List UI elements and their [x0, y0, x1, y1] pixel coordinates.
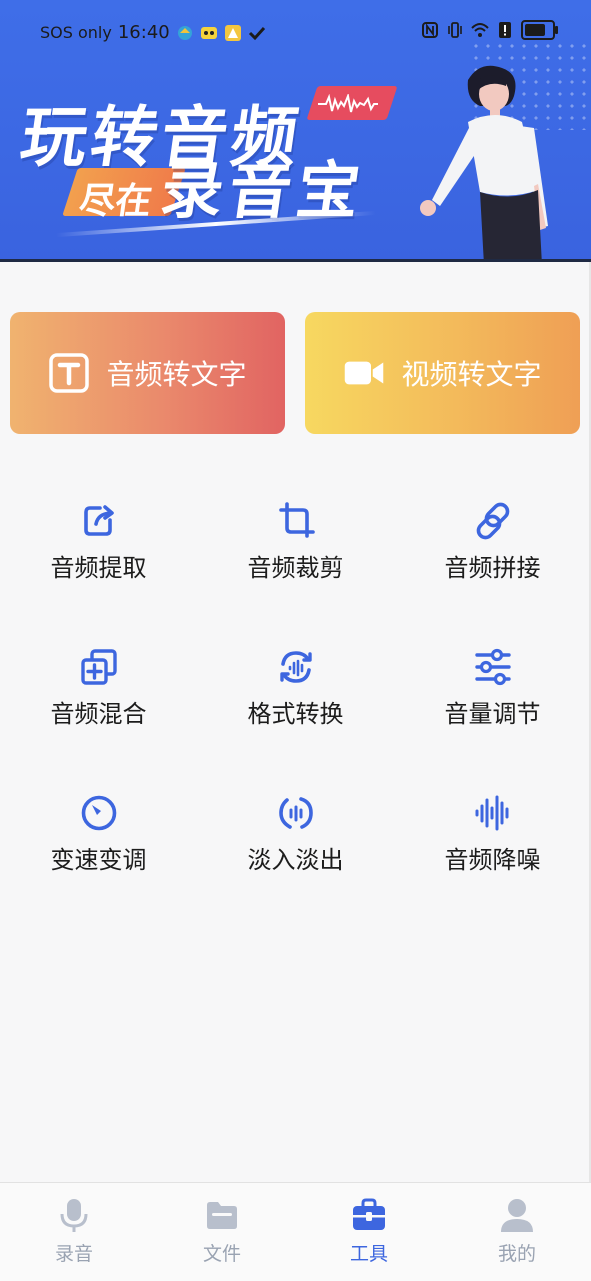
banner-subheadline-prefix: 尽在	[76, 181, 155, 222]
tab-files[interactable]: 文件	[148, 1183, 296, 1281]
video-to-text-card[interactable]: 视频转文字	[305, 312, 580, 434]
audio-to-text-card[interactable]: 音频转文字	[10, 312, 285, 434]
tool-label: 音频拼接	[444, 554, 541, 582]
warning-app-icon	[224, 24, 241, 41]
tool-fade-in-out[interactable]: 淡入淡出	[197, 794, 394, 914]
folder-icon	[207, 1202, 237, 1229]
tool-volume-adjust[interactable]: 音量调节	[394, 648, 591, 768]
extract-icon	[84, 505, 114, 536]
status-bar: SOS only 16:40	[0, 0, 591, 64]
tab-tools[interactable]: 工具	[295, 1183, 443, 1281]
clock: 16:40	[117, 22, 170, 43]
nfc-icon	[422, 22, 438, 38]
video-camera-icon	[343, 352, 385, 394]
battery-icon	[521, 20, 558, 40]
banner-divider	[0, 259, 591, 262]
tool-noise-reduction[interactable]: 音频降噪	[394, 794, 591, 914]
alert-icon	[499, 22, 511, 38]
tab-record[interactable]: 录音	[0, 1183, 148, 1281]
audio-to-text-label: 音频转文字	[106, 358, 247, 391]
carrier-text: SOS only	[40, 23, 112, 42]
speed-dial-icon	[81, 795, 117, 831]
tool-format-convert[interactable]: 格式转换	[197, 648, 394, 768]
toolbox-icon	[353, 1198, 385, 1230]
wifi-icon	[471, 23, 489, 37]
check-app-icon	[248, 26, 265, 40]
tool-speed-pitch[interactable]: 变速变调	[0, 794, 197, 914]
fade-icon	[279, 797, 313, 829]
link-icon	[476, 502, 510, 540]
tab-label: 录音	[54, 1243, 93, 1265]
tool-label: 变速变调	[50, 846, 147, 874]
tool-label: 音频裁剪	[247, 554, 344, 582]
tool-label: 格式转换	[247, 700, 344, 728]
crop-icon	[279, 502, 315, 538]
convert-icon	[280, 651, 312, 683]
tab-label: 工具	[349, 1243, 388, 1265]
tool-label: 音频混合	[50, 700, 147, 728]
tab-me[interactable]: 我的	[443, 1183, 591, 1281]
tab-label: 文件	[202, 1243, 241, 1265]
tab-label: 我的	[497, 1243, 536, 1265]
vibrate-icon	[448, 22, 462, 38]
tool-audio-crop[interactable]: 音频裁剪	[197, 502, 394, 622]
text-t-icon	[48, 352, 90, 394]
tool-audio-join[interactable]: 音频拼接	[394, 502, 591, 622]
app-notification-icon	[177, 25, 192, 40]
tool-audio-extract[interactable]: 音频提取	[0, 502, 197, 622]
sliders-icon	[475, 648, 511, 686]
video-to-text-label: 视频转文字	[401, 358, 542, 391]
tool-label: 淡入淡出	[247, 846, 344, 874]
tool-label: 音频提取	[50, 554, 147, 582]
noise-reduce-icon	[475, 795, 509, 831]
microphone-icon	[60, 1199, 88, 1232]
person-icon	[501, 1199, 533, 1232]
tool-label: 音量调节	[444, 700, 541, 728]
person-illustration	[420, 65, 548, 261]
waveform-icon	[318, 94, 378, 113]
promo-banner[interactable]: SOS only 16:40 玩转音频 尽在 录音宝	[0, 0, 591, 261]
bottom-tab-bar: 录音 文件 工具 我的	[0, 1182, 591, 1281]
tool-label: 音频降噪	[444, 846, 541, 874]
mix-layers-icon	[81, 649, 117, 685]
tool-audio-mix[interactable]: 音频混合	[0, 648, 197, 768]
game-notification-icon	[200, 26, 217, 39]
